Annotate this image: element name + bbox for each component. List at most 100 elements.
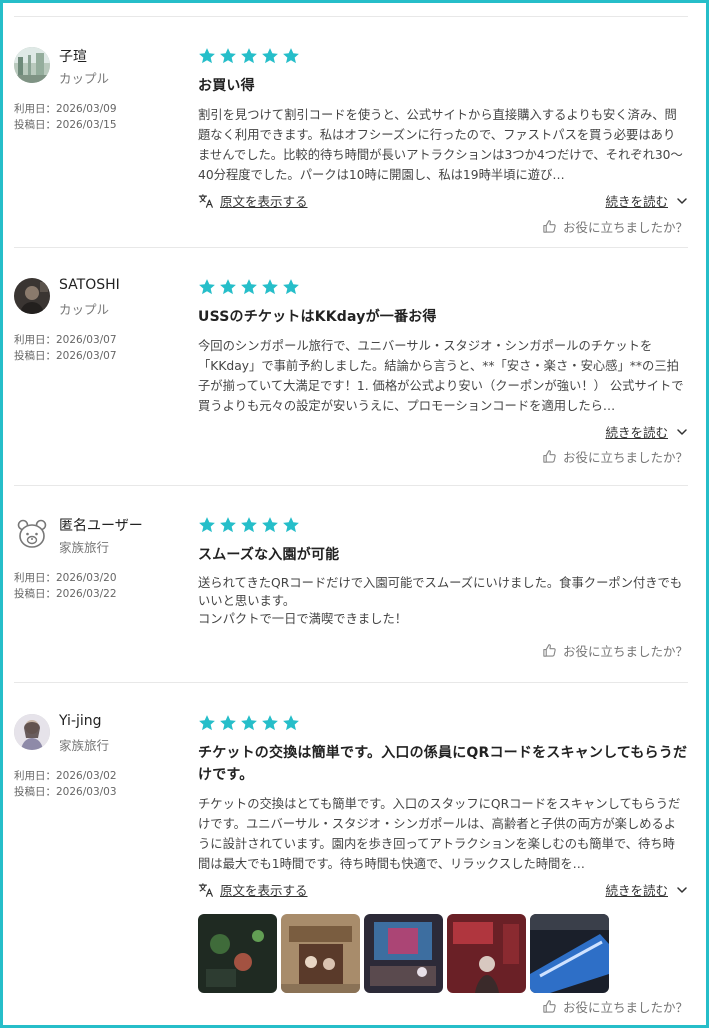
bear-avatar-icon	[14, 516, 50, 552]
read-more-label: 続きを読む	[605, 425, 668, 440]
rating-stars	[198, 516, 688, 534]
traveler-type: カップル	[59, 302, 110, 317]
review-dates: 利用日：2026/03/09 投稿日：2026/03/15	[14, 101, 117, 133]
review-title: USSのチケットはKKdayが一番お得	[198, 309, 437, 325]
chevron-down-icon	[676, 426, 688, 438]
reviewer-name: Yi-jing	[59, 713, 102, 729]
star-icon	[240, 516, 258, 534]
post-date: 投稿日：2026/03/03	[14, 786, 117, 798]
star-icon	[219, 516, 237, 534]
helpful-label: お役に立ちましたか？	[562, 220, 688, 235]
use-date: 利用日：2026/03/02	[14, 770, 117, 782]
star-icon	[261, 47, 279, 65]
review-photos	[198, 914, 688, 993]
traveler-type: カップル	[59, 71, 110, 86]
review-photo[interactable]	[281, 914, 360, 993]
post-date: 投稿日：2026/03/07	[14, 350, 117, 362]
star-icon	[240, 278, 258, 296]
post-date: 投稿日：2026/03/15	[14, 119, 117, 131]
review-dates: 利用日：2026/03/07 投稿日：2026/03/07	[14, 332, 117, 364]
star-icon	[198, 278, 216, 296]
traveler-type: 家族旅行	[59, 540, 110, 555]
top-divider	[14, 16, 688, 17]
reviewer-name: SATOSHI	[59, 277, 120, 293]
review-text: チケットの交換はとても簡単です。入口のスタッフにQRコードをスキャンしてもらうだ…	[198, 797, 681, 871]
star-icon	[261, 714, 279, 732]
use-date: 利用日：2026/03/20	[14, 572, 117, 584]
review-content: お買い得 割引を見つけて割引コードを使うと、公式サイトから直接購入するよりも安く…	[198, 47, 688, 211]
use-date: 利用日：2026/03/09	[14, 103, 117, 115]
star-icon	[282, 714, 300, 732]
review-dates: 利用日：2026/03/20 投稿日：2026/03/22	[14, 570, 117, 602]
avatar	[14, 47, 50, 83]
star-icon	[219, 47, 237, 65]
helpful-button[interactable]: お役に立ちましたか？	[542, 641, 688, 660]
avatar	[14, 714, 50, 750]
post-date: 投稿日：2026/03/22	[14, 588, 117, 600]
review-dates: 利用日：2026/03/02 投稿日：2026/03/03	[14, 768, 117, 800]
helpful-label: お役に立ちましたか？	[562, 644, 688, 659]
use-date: 利用日：2026/03/07	[14, 334, 117, 346]
avatar	[14, 278, 50, 314]
show-original-label: 原文を表示する	[220, 194, 308, 209]
review-photo[interactable]	[530, 914, 609, 993]
helpful-label: お役に立ちましたか？	[562, 450, 688, 465]
divider	[14, 485, 688, 486]
rating-stars	[198, 714, 688, 732]
divider	[14, 247, 688, 248]
rating-stars	[198, 278, 688, 296]
review-photo[interactable]	[447, 914, 526, 993]
star-icon	[240, 47, 258, 65]
review-content: USSのチケットはKKdayが一番お得 今回のシンガポール旅行で、ユニバーサル・…	[198, 278, 688, 442]
chevron-down-icon	[676, 195, 688, 207]
rating-stars	[198, 47, 688, 65]
thumbs-up-icon	[542, 219, 557, 234]
show-original-label: 原文を表示する	[220, 883, 308, 898]
read-more-label: 続きを読む	[605, 883, 668, 898]
star-icon	[261, 516, 279, 534]
star-icon	[198, 714, 216, 732]
star-icon	[198, 516, 216, 534]
helpful-label: お役に立ちましたか？	[562, 1000, 688, 1015]
read-more-link[interactable]: 続きを読む	[605, 191, 688, 210]
chevron-down-icon	[676, 884, 688, 896]
review-card: 匿名ユーザー 家族旅行 利用日：2026/03/20 投稿日：2026/03/2…	[14, 516, 688, 683]
star-icon	[240, 714, 258, 732]
review-text: 送られてきたQRコードだけで入園可能でスムーズにいけました。食事クーポン付きでも…	[198, 576, 683, 626]
review-card: SATOSHI カップル 利用日：2026/03/07 投稿日：2026/03/…	[14, 277, 688, 486]
reviewer-name: 匿名ユーザー	[59, 518, 143, 534]
helpful-button[interactable]: お役に立ちましたか？	[542, 447, 688, 466]
traveler-type: 家族旅行	[59, 738, 110, 753]
review-photo[interactable]	[364, 914, 443, 993]
review-title: お買い得	[198, 78, 255, 94]
star-icon	[198, 47, 216, 65]
star-icon	[219, 714, 237, 732]
star-icon	[219, 278, 237, 296]
divider	[14, 682, 688, 683]
thumbs-up-icon	[542, 449, 557, 464]
helpful-button[interactable]: お役に立ちましたか？	[542, 997, 688, 1016]
review-text: 今回のシンガポール旅行で、ユニバーサル・スタジオ・シンガポールのチケットを「KK…	[198, 339, 684, 413]
show-original-link[interactable]: 原文を表示する	[198, 880, 308, 899]
read-more-link[interactable]: 続きを読む	[605, 422, 688, 441]
reviewer-name: 子瑄	[59, 49, 87, 65]
thumbs-up-icon	[542, 999, 557, 1014]
read-more-label: 続きを読む	[605, 194, 668, 209]
review-card: 子瑄 カップル 利用日：2026/03/09 投稿日：2026/03/15 お買…	[14, 47, 688, 248]
review-content: チケットの交換は簡単です。入口の係員にQRコードをスキャンしてもらうだけです。 …	[198, 714, 688, 993]
translate-icon	[198, 882, 214, 898]
helpful-button[interactable]: お役に立ちましたか？	[542, 217, 688, 236]
review-card: Yi-jing 家族旅行 利用日：2026/03/02 投稿日：2026/03/…	[14, 713, 688, 1016]
read-more-link[interactable]: 続きを読む	[605, 880, 688, 899]
translate-icon	[198, 193, 214, 209]
review-photo[interactable]	[198, 914, 277, 993]
review-title: チケットの交換は簡単です。入口の係員にQRコードをスキャンしてもらうだけです。	[198, 745, 688, 783]
star-icon	[282, 516, 300, 534]
review-text: 割引を見つけて割引コードを使うと、公式サイトから直接購入するよりも安く済み、問題…	[198, 108, 683, 182]
review-title: スムーズな入園が可能	[198, 547, 340, 563]
review-content: スムーズな入園が可能 送られてきたQRコードだけで入園可能でスムーズにいけました…	[198, 516, 688, 628]
star-icon	[282, 278, 300, 296]
show-original-link[interactable]: 原文を表示する	[198, 191, 308, 210]
star-icon	[282, 47, 300, 65]
thumbs-up-icon	[542, 643, 557, 658]
